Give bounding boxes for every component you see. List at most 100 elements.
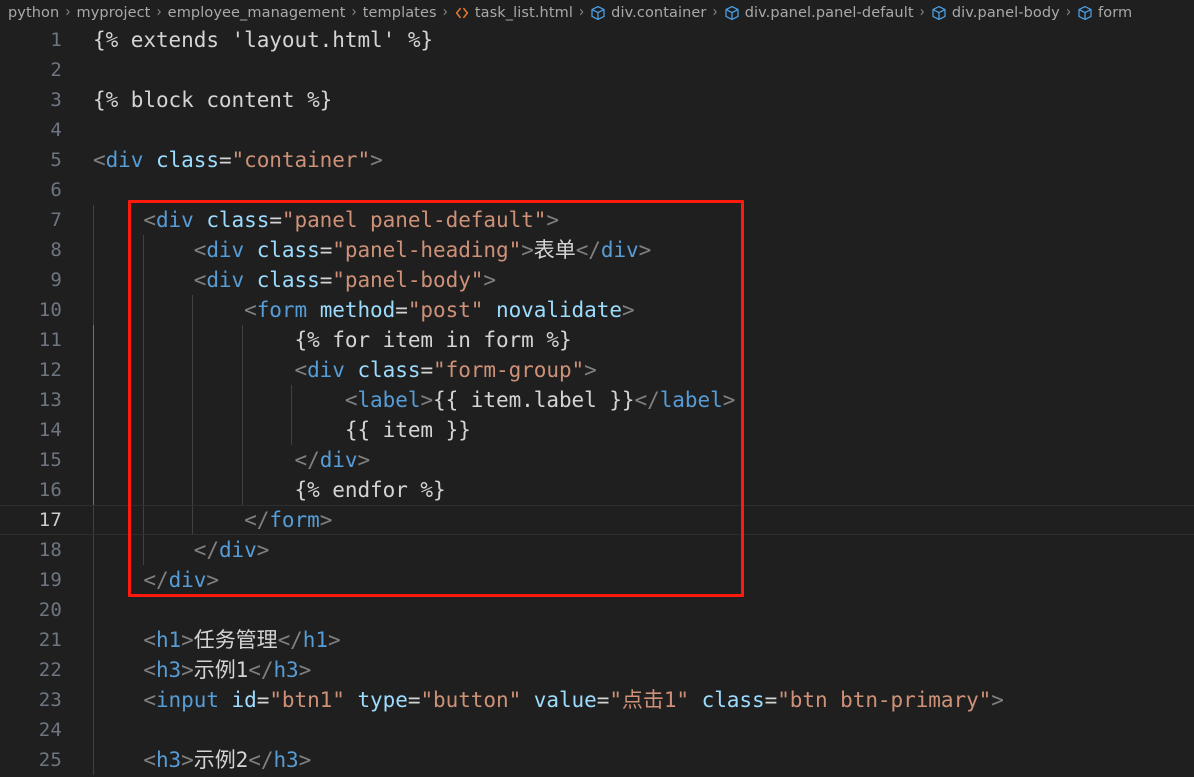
line-content[interactable]: <label>{{ item.label }}</label> [62,385,1194,415]
line-content[interactable]: {% extends 'layout.html' %} [62,25,1194,55]
breadcrumb-item-python[interactable]: python [8,5,59,21]
symbol-cube-icon [724,5,740,21]
line-content[interactable]: <div class="form-group"> [62,355,1194,385]
breadcrumb-separator: › [919,3,925,22]
line-number: 22 [38,659,62,681]
line-content[interactable]: <div class="panel-body"> [62,265,1194,295]
code-editor[interactable]: 1 {% extends 'layout.html' %} 2 3 {% block … [0,25,1194,777]
line-content[interactable]: <h3>示例1</h3> [62,655,1194,685]
code-line-5[interactable]: 5 <div class="container"> [0,145,1194,175]
breadcrumb-item-label: div.panel.panel-default [744,4,914,21]
code-lines: 1 {% extends 'layout.html' %} 2 3 {% block … [0,25,1194,777]
breadcrumb-item-employee-management[interactable]: employee_management [168,5,346,21]
code-line-24[interactable]: 24 [0,715,1194,745]
line-content[interactable]: <h3>示例2</h3> [62,745,1194,775]
line-number: 16 [38,479,62,501]
line-content[interactable]: </div> [62,535,1194,565]
symbol-cube-icon [931,5,947,21]
line-number: 4 [50,119,62,141]
code-line-21[interactable]: 21 <h1>任务管理</h1> [0,625,1194,655]
breadcrumb-item-div-panel-panel-default[interactable]: div.panel.panel-default [724,5,914,21]
line-content[interactable]: <div class="panel-heading">表单</div> [62,235,1194,265]
code-line-14[interactable]: 14 {{ item }} [0,415,1194,445]
breadcrumb-separator: › [442,3,448,22]
code-line-20[interactable]: 20 [0,595,1194,625]
line-number: 12 [38,359,62,381]
code-line-7[interactable]: 7 <div class="panel panel-default"> [0,205,1194,235]
code-line-15[interactable]: 15 </div> [0,445,1194,475]
line-content[interactable]: <div class="container"> [62,145,1194,175]
breadcrumb-item-label: python [8,4,60,21]
line-number: 9 [50,269,62,291]
line-content[interactable]: {{ item }} [62,415,1194,445]
line-content[interactable]: </form> [62,505,1194,535]
code-line-11[interactable]: 11 {% for item in form %} [0,325,1194,355]
line-number: 21 [38,629,62,651]
breadcrumb-item-label: employee_management [167,4,346,21]
line-content[interactable]: {% endfor %} [62,475,1194,505]
code-line-13[interactable]: 13 <label>{{ item.label }}</label> [0,385,1194,415]
breadcrumb-separator: › [1065,3,1072,22]
breadcrumb-item-task-list-html[interactable]: task_list.html [454,5,573,21]
line-content[interactable]: </div> [62,445,1194,475]
line-content[interactable]: <input id="btn1" type="button" value="点击… [62,685,1194,715]
breadcrumb-item-templates[interactable]: templates [363,5,437,21]
breadcrumb-item-label: div.container [611,4,707,21]
code-line-2[interactable]: 2 [0,55,1194,85]
line-content[interactable]: <form method="post" novalidate> [62,295,1194,325]
line-number: 6 [50,179,62,201]
breadcrumb-item-label: myproject [76,4,151,21]
line-number: 23 [38,689,62,711]
code-line-1[interactable]: 1 {% extends 'layout.html' %} [0,25,1194,55]
line-content[interactable]: </div> [62,565,1194,595]
breadcrumb-item-label: form [1098,4,1133,21]
code-line-16[interactable]: 16 {% endfor %} [0,475,1194,505]
code-line-12[interactable]: 12 <div class="form-group"> [0,355,1194,385]
line-number: 15 [38,449,62,471]
code-line-17[interactable]: 17 </form> [0,505,1194,535]
line-number: 13 [38,389,62,411]
line-number: 7 [50,209,62,231]
code-line-8[interactable]: 8 <div class="panel-heading">表单</div> [0,235,1194,265]
line-number: 11 [38,329,62,351]
line-number: 2 [50,59,62,81]
line-number: 1 [50,29,62,51]
line-number: 19 [38,569,62,591]
line-content[interactable]: <div class="panel panel-default"> [62,205,1194,235]
breadcrumb-item-label: templates [362,4,437,21]
line-content[interactable] [62,115,1194,145]
line-number: 3 [50,89,62,111]
breadcrumb-item-div-panel-body[interactable]: div.panel-body [931,5,1060,21]
code-line-6[interactable]: 6 [0,175,1194,205]
line-number: 8 [50,239,62,261]
code-line-10[interactable]: 10 <form method="post" novalidate> [0,295,1194,325]
code-line-22[interactable]: 22 <h3>示例1</h3> [0,655,1194,685]
breadcrumb-separator: › [578,3,585,22]
line-number: 5 [50,149,62,171]
line-content[interactable] [62,715,1194,745]
code-line-25[interactable]: 25 <h3>示例2</h3> [0,745,1194,775]
line-content[interactable]: {% block content %} [62,85,1194,115]
breadcrumb-item-label: div.panel-body [951,4,1060,21]
breadcrumb[interactable]: python › myproject › employee_management › tem… [0,0,1194,25]
line-content[interactable]: {% for item in form %} [62,325,1194,355]
code-line-18[interactable]: 18 </div> [0,535,1194,565]
breadcrumb-item-myproject[interactable]: myproject [77,5,151,21]
breadcrumb-item-label: task_list.html [474,4,573,21]
line-content[interactable] [62,595,1194,625]
code-line-9[interactable]: 9 <div class="panel-body"> [0,265,1194,295]
line-number: 14 [38,419,62,441]
code-line-19[interactable]: 19 </div> [0,565,1194,595]
html-file-icon [454,5,470,21]
breadcrumb-separator: › [65,3,71,22]
line-content[interactable] [62,175,1194,205]
line-content[interactable]: <h1>任务管理</h1> [62,625,1194,655]
line-number: 25 [38,749,62,771]
breadcrumb-item-div-container[interactable]: div.container [590,5,706,21]
breadcrumb-separator: › [351,3,357,22]
breadcrumb-item-form[interactable]: form [1077,5,1132,21]
line-content[interactable] [62,55,1194,85]
code-line-3[interactable]: 3 {% block content %} [0,85,1194,115]
code-line-23[interactable]: 23 <input id="btn1" type="button" value=… [0,685,1194,715]
code-line-4[interactable]: 4 [0,115,1194,145]
